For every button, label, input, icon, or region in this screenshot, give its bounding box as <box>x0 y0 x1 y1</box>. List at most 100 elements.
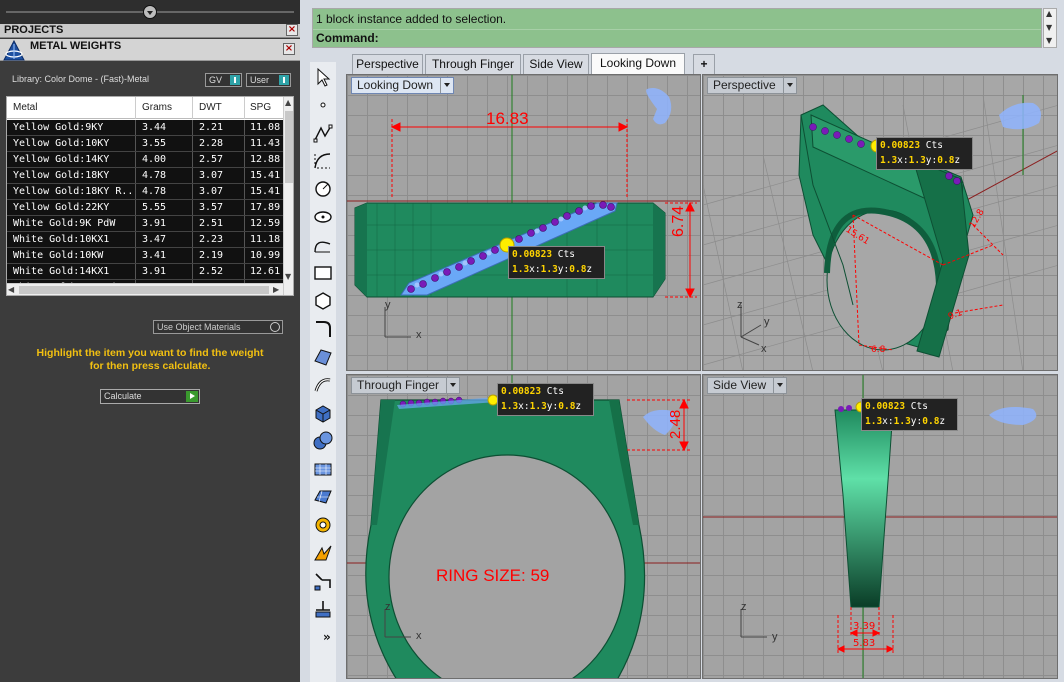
spg-cell: 10.99 <box>250 250 281 261</box>
stone-carats: 0.00823 <box>512 249 553 260</box>
dwt-cell: 2.57 <box>199 154 224 165</box>
instruction-line-1: Highlight the item you want to find the … <box>36 347 264 359</box>
table-vertical-scrollbar[interactable]: ▲ ▼ <box>283 97 293 295</box>
close-projects-icon[interactable]: × <box>286 24 298 36</box>
metal-cell: White Gold:9K PdW <box>13 218 116 229</box>
gumball-icon[interactable] <box>312 514 334 536</box>
stone-unit-z: z <box>954 155 961 166</box>
table-row[interactable]: White Gold:9K PdW 3.91 2.51 12.59 <box>7 216 283 232</box>
circle-icon[interactable] <box>312 178 334 200</box>
table-row[interactable]: Yellow Gold:18KY 4.78 3.07 15.41 <box>7 168 283 184</box>
instruction-line-2: for then press calculate. <box>89 360 211 372</box>
stone-unit-x: x: <box>518 401 530 412</box>
perspective-dimension-3: 6.8 <box>871 345 886 355</box>
stone-size-z: 0.8 <box>922 416 940 427</box>
col-dwt-header[interactable]: DWT <box>199 102 222 113</box>
command-history[interactable]: 1 block instance added to selection. Com… <box>312 8 1042 48</box>
mesh-icon[interactable] <box>312 458 334 480</box>
gv-toggle[interactable]: GV <box>205 73 242 87</box>
surface-icon[interactable] <box>312 346 334 368</box>
stone-size-y: 1.3 <box>529 401 547 412</box>
command-prompt[interactable]: Command: <box>316 31 379 45</box>
tab-looking-down[interactable]: Looking Down <box>591 53 685 75</box>
spg-cell: 11.08 <box>250 122 281 133</box>
play-icon <box>186 391 198 402</box>
table-row[interactable]: White Gold:10KW 3.41 2.19 10.99 <box>7 248 283 264</box>
stone-carats-unit: Cts <box>910 401 928 412</box>
grams-cell: 4.00 <box>142 154 167 165</box>
collapse-toggle-icon[interactable] <box>143 5 157 19</box>
dwt-cell: 3.57 <box>199 202 224 213</box>
polygon-icon[interactable] <box>312 290 334 312</box>
user-toggle[interactable]: User <box>246 73 291 87</box>
dimension-width: 16.83 <box>486 109 529 128</box>
spg-cell: 17.89 <box>250 202 281 213</box>
tab-through-finger[interactable]: Through Finger <box>425 54 521 74</box>
add-tab-icon[interactable]: + <box>693 54 715 74</box>
extrude-icon[interactable] <box>312 374 334 396</box>
library-label: Library: Color Dome - (Fast)-Metal <box>12 74 150 84</box>
table-row[interactable]: Yellow Gold:22KY 5.55 3.57 17.89 <box>7 200 283 216</box>
metal-cell: White Gold:10KX1 <box>13 234 110 245</box>
boolean-icon[interactable] <box>312 430 334 452</box>
spg-cell: 12.61 <box>250 266 281 277</box>
radio-icon[interactable] <box>270 322 280 332</box>
table-row[interactable]: Yellow Gold:9KY 3.44 2.21 11.08 <box>7 120 283 136</box>
metal-cell: Yellow Gold:18KY R... <box>13 186 133 197</box>
box-icon[interactable] <box>312 402 334 424</box>
axis-x-label: x <box>416 329 422 341</box>
projects-title: PROJECTS <box>4 24 64 36</box>
stone-carats-unit: Cts <box>557 249 575 260</box>
table-row[interactable]: White Gold:10KX1 3.47 2.23 11.18 <box>7 232 283 248</box>
stone-size-z: 0.8 <box>937 155 955 166</box>
ellipse-icon[interactable] <box>312 206 334 228</box>
more-tools-icon[interactable]: » <box>323 630 331 644</box>
viewport-perspective[interactable]: Perspective 15.61 12.8 9.1 6.8 z y x 0.0… <box>702 74 1058 371</box>
dwt-cell: 2.28 <box>199 138 224 149</box>
spg-cell: 15.41 <box>250 170 281 181</box>
point-icon[interactable] <box>312 94 334 116</box>
col-grams-header[interactable]: Grams <box>142 102 172 113</box>
tab-perspective[interactable]: Perspective <box>352 54 423 74</box>
dimension-height: 6.74 <box>670 205 687 237</box>
table-row[interactable]: Yellow Gold:14KY 4.00 2.57 12.88 <box>7 152 283 168</box>
dwt-cell: 2.52 <box>199 266 224 277</box>
select-arrow-icon[interactable] <box>312 66 334 88</box>
table-row[interactable]: Yellow Gold:18KY R... 4.78 3.07 15.41 <box>7 184 283 200</box>
curve-icon[interactable] <box>312 150 334 172</box>
arc-icon[interactable] <box>312 234 334 256</box>
dwt-cell: 2.21 <box>199 122 224 133</box>
metal-table: Metal Grams DWT SPG Yellow Gold:9KY 3.44 2… <box>6 96 294 296</box>
col-metal-header[interactable]: Metal <box>13 102 37 113</box>
stone-size-z: 0.8 <box>558 401 576 412</box>
stone-info-tooltip: 0.00823 Cts 1.3x:1.3y:0.8z <box>508 246 605 279</box>
viewport-side-view[interactable]: Side View 3.39 5.83 z y 0.00823 Cts 1.3x… <box>702 374 1058 679</box>
viewport-looking-down[interactable]: Looking Down 16.83 6.74 y x 0.00823 Cts … <box>346 74 701 371</box>
stone-unit-y: y: <box>910 416 923 427</box>
stone-carats: 0.00823 <box>865 401 906 412</box>
table-row[interactable]: Yellow Gold:10KY 3.55 2.28 11.43 <box>7 136 283 152</box>
dimension-inner-width: 3.39 <box>853 621 876 632</box>
stone-unit-z: z <box>939 416 946 427</box>
jewelry-tools-icon[interactable] <box>312 542 334 564</box>
close-metal-weights-icon[interactable]: × <box>283 43 295 55</box>
patch-icon[interactable] <box>312 486 334 508</box>
table-horizontal-scrollbar[interactable]: ◀ ▶ <box>7 283 283 295</box>
tab-side-view[interactable]: Side View <box>523 54 589 74</box>
analyze-icon[interactable] <box>312 598 334 620</box>
fillet-icon[interactable] <box>312 318 334 340</box>
grams-cell: 3.44 <box>142 122 167 133</box>
calculate-button[interactable]: Calculate <box>100 389 200 404</box>
stone-size-x: 1.3 <box>512 264 530 275</box>
axis-y-label: y <box>764 316 770 328</box>
ring-size-label: RING SIZE: 59 <box>436 566 550 585</box>
command-scrollbar[interactable]: ▲ ▼ ▼ <box>1043 8 1057 48</box>
transform-icon[interactable] <box>312 570 334 592</box>
table-row[interactable]: White Gold:14KX1 3.91 2.52 12.61 <box>7 264 283 280</box>
use-object-materials-option[interactable]: Use Object Materials <box>153 320 283 334</box>
col-spg-header[interactable]: SPG <box>250 102 271 113</box>
rectangle-icon[interactable] <box>312 262 334 284</box>
stone-unit-x: x: <box>897 155 909 166</box>
polyline-icon[interactable] <box>312 122 334 144</box>
viewport-through-finger[interactable]: Through Finger 2.48 RING SIZE: 59 z x 0.… <box>346 374 701 679</box>
